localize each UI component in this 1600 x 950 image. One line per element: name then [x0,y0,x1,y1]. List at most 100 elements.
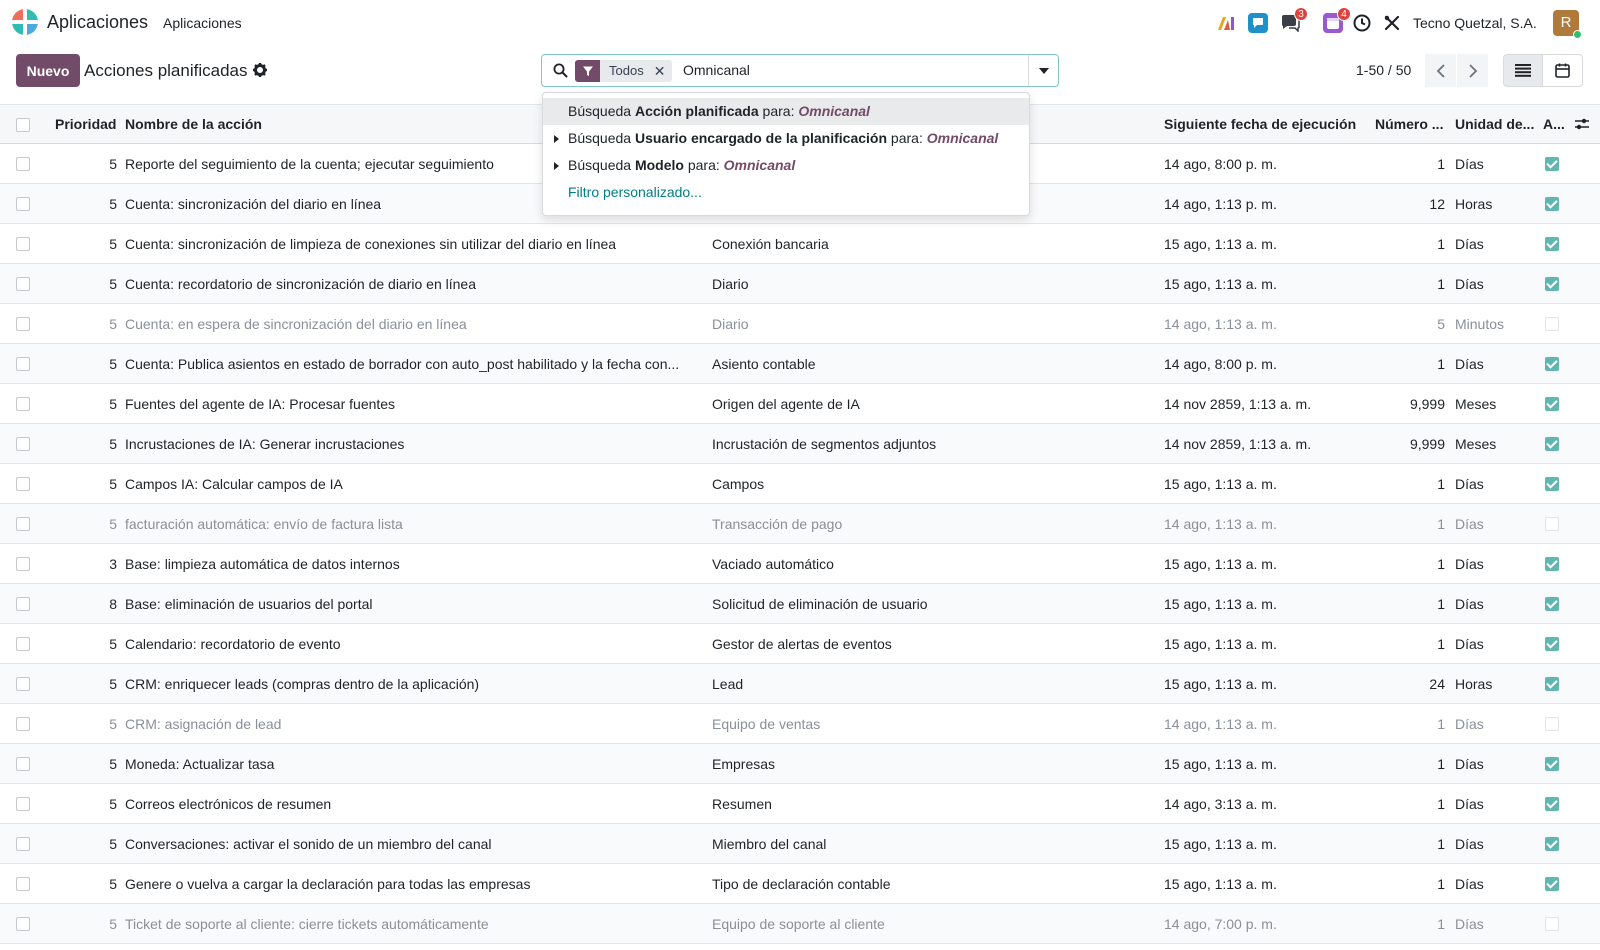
cell-interval-unit: Días [1455,475,1484,492]
menu-item-apps[interactable]: Aplicaciones [163,15,242,31]
row-select-checkbox[interactable] [16,837,30,851]
table-row[interactable]: 5 Cuenta: recordatorio de sincronización … [0,264,1600,304]
cell-action-name: Fuentes del agente de IA: Procesar fuent… [125,395,396,412]
table-row[interactable]: 8 Base: eliminación de usuarios del porta… [0,584,1600,624]
pager-value[interactable]: 1-50 / 50 [1356,62,1411,78]
cell-interval-unit: Meses [1455,395,1497,412]
row-select-checkbox[interactable] [16,917,30,931]
table-row[interactable]: 5 Cuenta: sincronización de limpieza de c… [0,224,1600,264]
activities-icon[interactable]: 4 [1321,7,1351,35]
cell-model: Diario [712,315,749,332]
table-row[interactable]: 5 Incrustaciones de IA: Generar incrustac… [0,424,1600,464]
row-select-checkbox[interactable] [16,597,30,611]
table-row[interactable]: 5 Cuenta: en espera de sincronización del… [0,304,1600,344]
active-unchecked-icon [1545,916,1559,931]
pager-next-button[interactable] [1457,54,1488,87]
column-priority[interactable]: Prioridad [55,105,117,143]
company-switcher[interactable]: Tecno Quetzal, S.A. [1413,15,1537,31]
table-row[interactable]: 5 Genere o vuelva a cargar la declaración… [0,864,1600,904]
row-select-checkbox[interactable] [16,237,30,251]
table-row[interactable]: 5 Campos IA: Calcular campos de IA Campos 1… [0,464,1600,504]
column-active[interactable]: A... [1543,105,1573,143]
remove-facet-icon[interactable]: ✕ [650,60,673,82]
select-all-checkbox[interactable] [16,118,30,132]
cell-interval-unit: Minutos [1455,315,1505,332]
row-select-checkbox[interactable] [16,477,30,491]
table-row[interactable]: 5 Conversaciones: activar el sonido de un… [0,824,1600,864]
row-select-checkbox[interactable] [16,317,30,331]
app-title[interactable]: Aplicaciones [47,12,148,33]
cell-action-name: Incrustaciones de IA: Generar incrustaci… [125,435,405,452]
cell-priority: 5 [109,835,117,852]
row-select-checkbox[interactable] [16,557,30,571]
row-select-checkbox[interactable] [16,397,30,411]
search-option-responsible-user[interactable]: Búsqueda Usuario encargado de la planifi… [543,125,1029,152]
table-row[interactable]: 5 CRM: asignación de lead Equipo de ventas… [0,704,1600,744]
row-select-checkbox[interactable] [16,637,30,651]
row-select-checkbox[interactable] [16,677,30,691]
cell-next-execution: 14 ago, 8:00 p. m. [1164,355,1277,372]
row-select-checkbox[interactable] [16,877,30,891]
user-avatar[interactable]: R [1553,10,1582,39]
active-checked-icon [1545,756,1559,771]
table-row[interactable]: 5 CRM: enriquecer leads (compras dentro d… [0,664,1600,704]
table-row[interactable]: 5 Moneda: Actualizar tasa Empresas 15 ago, … [0,744,1600,784]
row-select-checkbox[interactable] [16,757,30,771]
search-option-scheduled-action[interactable]: Búsqueda Acción planificada para: Omnica… [543,98,1029,125]
cell-interval-number: 1 [1437,715,1445,732]
table-row[interactable]: 5 Ticket de soporte al cliente: cierre ti… [0,904,1600,944]
expand-caret-icon[interactable] [554,162,559,170]
expand-caret-icon[interactable] [554,135,559,143]
custom-filter-link[interactable]: Filtro personalizado... [543,179,1029,206]
clock-icon[interactable] [1350,11,1374,35]
cell-interval-number: 1 [1437,915,1445,932]
activities-count-badge: 4 [1337,7,1351,21]
row-select-checkbox[interactable] [16,197,30,211]
cell-interval-number: 1 [1437,875,1445,892]
list-view-button[interactable] [1503,54,1543,87]
table-row[interactable]: 5 Fuentes del agente de IA: Procesar fuen… [0,384,1600,424]
ai-icon[interactable] [1214,11,1238,35]
cell-priority: 5 [109,635,117,652]
search-option-model[interactable]: Búsqueda Modelo para: Omnicanal [543,152,1029,179]
row-select-checkbox[interactable] [16,157,30,171]
row-select-checkbox[interactable] [16,797,30,811]
apps-menu-icon[interactable] [12,9,38,35]
cell-model: Transacción de pago [712,515,843,532]
new-button[interactable]: Nuevo [16,54,80,87]
discuss-icon[interactable] [1246,11,1270,35]
table-row[interactable]: 5 facturación automática: envío de factur… [0,504,1600,544]
search-bar[interactable]: Todos ✕ Omnicanal [541,54,1059,87]
table-row[interactable]: 3 Base: limpieza automática de datos inte… [0,544,1600,584]
debug-tools-icon[interactable] [1380,11,1404,35]
cell-interval-number: 1 [1437,515,1445,532]
row-select-checkbox[interactable] [16,717,30,731]
table-row[interactable]: 5 Cuenta: Publica asientos en estado de b… [0,344,1600,384]
column-interval-number[interactable]: Número ... [1375,105,1449,143]
calendar-view-button[interactable] [1543,54,1583,87]
row-select-checkbox[interactable] [16,517,30,531]
cell-active [1545,144,1565,183]
search-options-toggle[interactable] [1028,55,1058,86]
active-checked-icon [1545,556,1559,571]
messages-icon[interactable]: 3 [1278,7,1308,35]
cell-next-execution: 15 ago, 1:13 a. m. [1164,595,1277,612]
row-select-checkbox[interactable] [16,357,30,371]
table-row[interactable]: 5 Correos electrónicos de resumen Resumen 1… [0,784,1600,824]
cell-interval-number: 9,999 [1409,395,1445,412]
row-select-checkbox[interactable] [16,437,30,451]
table-row[interactable]: 5 Calendario: recordatorio de evento Gesto… [0,624,1600,664]
facet-label: Todos [609,63,644,78]
search-input[interactable]: Omnicanal [683,62,750,78]
gear-icon[interactable] [252,62,268,78]
column-interval-unit[interactable]: Unidad de... [1455,105,1535,143]
cell-interval-number: 9,999 [1409,435,1445,452]
cell-model: Gestor de alertas de eventos [712,635,892,652]
cell-action-name: CRM: enriquecer leads (compras dentro de… [125,675,480,692]
optional-columns-icon[interactable] [1574,105,1594,143]
cell-interval-number: 1 [1437,475,1445,492]
row-select-checkbox[interactable] [16,277,30,291]
cell-active [1545,264,1565,303]
pager-previous-button[interactable] [1425,54,1456,87]
column-next-execution[interactable]: Siguiente fecha de ejecución [1164,105,1364,143]
